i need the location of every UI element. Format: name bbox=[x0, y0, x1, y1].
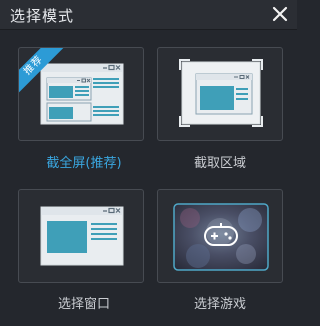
mode-region-card[interactable] bbox=[157, 47, 283, 141]
mode-fullscreen-label[interactable]: 截全屏(推荐) bbox=[14, 152, 154, 171]
window-title: 选择模式 bbox=[10, 7, 75, 25]
window-illustration bbox=[40, 206, 124, 266]
mode-fullscreen-card[interactable]: 推荐 bbox=[18, 47, 144, 141]
region-illustration bbox=[179, 59, 263, 127]
game-illustration bbox=[173, 203, 269, 271]
title-bar: 选择模式 bbox=[0, 0, 297, 30]
close-icon[interactable] bbox=[271, 5, 289, 23]
mode-region-label[interactable]: 截取区域 bbox=[150, 152, 290, 171]
mode-game-card[interactable] bbox=[157, 189, 283, 283]
mode-window-label[interactable]: 选择窗口 bbox=[14, 293, 154, 312]
mode-window-card[interactable] bbox=[18, 189, 144, 283]
mode-game-label[interactable]: 选择游戏 bbox=[150, 293, 290, 312]
